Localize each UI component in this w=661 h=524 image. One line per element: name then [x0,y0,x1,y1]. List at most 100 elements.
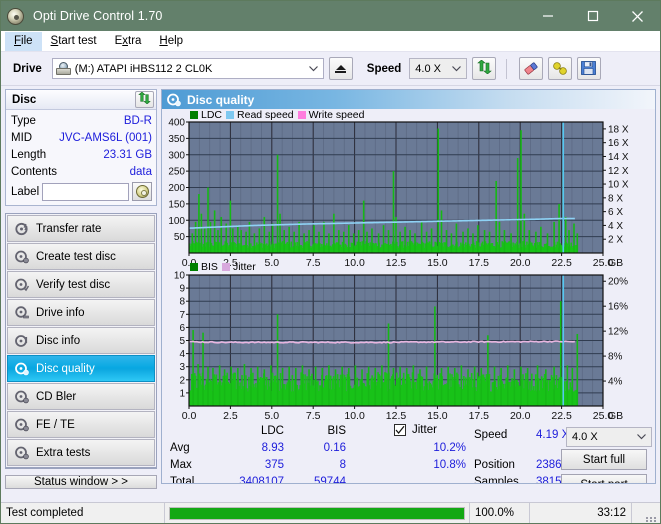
svg-text:150: 150 [168,199,185,210]
stat-header-ldc: LDC [260,425,284,437]
svg-text:4%: 4% [608,377,623,388]
svg-text:6 X: 6 X [608,207,623,218]
minimize-icon[interactable] [525,1,570,31]
elapsed-time: 33:12 [530,502,632,523]
svg-text:12.5: 12.5 [386,410,407,422]
svg-text:2.5: 2.5 [223,410,238,422]
sidebar-item-disc-info[interactable]: Disc info [7,327,155,354]
menu-help[interactable]: Help [150,32,192,51]
svg-text:2: 2 [179,375,185,386]
disc-bler-icon [15,390,29,404]
drive-info-icon [15,305,29,320]
chart-top-legend: LDC Read speed Write speed [190,109,365,121]
drive-icon [55,62,71,75]
sidebar-item-create-test-disc[interactable]: Create test disc [7,243,155,270]
close-icon[interactable] [615,1,660,31]
stats-panel: Avg Max Total LDC 8.93 375 3408107 BIS 0… [162,422,655,483]
save-button[interactable] [577,57,602,80]
left-panel: Disc Type BD-R MID JVC-AMS6L (001) Lengt… [5,89,157,489]
svg-text:8 X: 8 X [608,193,623,204]
sidebar-item-disc-quality[interactable]: Disc quality [7,355,155,382]
start-full-button[interactable]: Start full [561,449,647,470]
legend-swatch-read-speed [226,111,235,119]
page-title: Disc quality [187,92,255,107]
sidebar-filler [5,468,157,469]
svg-text:2 X: 2 X [608,235,623,246]
disc-quality-icon [167,93,181,107]
drive-select[interactable]: (M:) ATAPI iHBS112 2 CL0K [51,58,324,79]
plug-button[interactable] [548,57,573,80]
legend-swatch-ldc [190,111,198,119]
charts-container: LDC Read speed Write speed BIS Jitter 50… [162,109,655,422]
jitter-toggle-row[interactable]: Jitter [394,424,437,436]
stat-label-position: Position [474,459,515,471]
svg-text:18 X: 18 X [608,124,629,135]
eject-button[interactable] [328,57,353,80]
stat-header-bis: BIS [327,425,346,437]
toolbar-separator [506,58,508,79]
status-window-button[interactable]: Status window > > [5,475,157,489]
svg-text:9: 9 [179,284,185,295]
disc-label-key: Label [11,185,40,198]
legend-label-write-speed: Write speed [308,109,365,121]
chevron-down-icon [308,63,318,75]
svg-text:16%: 16% [608,302,628,313]
svg-text:0.0: 0.0 [182,410,197,422]
svg-text:10 X: 10 X [608,180,629,191]
sidebar-item-extra-tests[interactable]: Extra tests [7,439,155,466]
start-part-button[interactable]: Start part [561,474,647,483]
disc-create-icon [15,250,29,264]
sidebar-item-cd-bler[interactable]: CD Bler [7,383,155,410]
stat-jitter-max: 10.8% [433,459,466,471]
sidebar-item-drive-info[interactable]: Drive info [7,299,155,326]
menu-start-test[interactable]: Start test [42,32,106,51]
test-speed-select[interactable]: 4.0 X [566,427,652,447]
sidebar-item-transfer-rate[interactable]: Transfer rate [7,215,155,242]
svg-text:5.0: 5.0 [264,257,279,269]
svg-text:22.5: 22.5 [551,257,572,269]
disc-label-row: Label [11,182,152,201]
jitter-checkbox[interactable] [394,424,406,436]
disc-verify-icon [15,278,30,292]
disc-refresh-button[interactable] [135,91,154,108]
disc-panel-title: Disc [12,93,37,106]
svg-text:4: 4 [179,349,185,360]
svg-text:5: 5 [179,336,185,347]
menu-file[interactable]: File [5,31,42,51]
disc-panel-header: Disc [6,90,156,110]
sidebar-item-label: Verify test disc [36,278,111,291]
disc-label-button[interactable] [132,182,152,201]
sidebar-item-fe-te[interactable]: FE / TE [7,411,155,438]
sidebar-item-label: Create test disc [36,250,116,263]
speed-select-value: 4.0 X [415,62,441,75]
resize-grip-icon[interactable] [632,503,660,524]
drive-toolbar: Drive (M:) ATAPI iHBS112 2 CL0K Speed 4.… [1,52,660,86]
erase-button[interactable] [519,57,544,80]
disc-row-length: Length 23.31 GB [11,147,152,163]
window-controls [525,1,660,31]
application-window: Opti Drive Control 1.70 File Start test … [0,0,661,524]
svg-text:20.0: 20.0 [510,410,531,422]
window-title: Opti Drive Control 1.70 [33,9,163,23]
svg-text:350: 350 [168,134,185,145]
refresh-button[interactable] [472,57,497,80]
svg-text:6: 6 [179,323,185,334]
menu-extra[interactable]: Extra [106,32,151,51]
legend-swatch-jitter [221,263,230,271]
speed-select[interactable]: 4.0 X [409,58,468,79]
svg-text:20%: 20% [608,277,628,288]
sidebar-item-verify-test-disc[interactable]: Verify test disc [7,271,155,298]
svg-text:12.5: 12.5 [386,257,407,269]
disc-label-input[interactable] [42,182,129,201]
stat-label-max: Max [170,459,192,471]
svg-text:3: 3 [179,362,185,373]
refresh-icon [476,59,492,77]
svg-text:GB: GB [608,410,623,422]
main-body: Disc Type BD-R MID JVC-AMS6L (001) Lengt… [1,86,660,489]
status-bar: Test completed 100.0% 33:12 [1,502,660,523]
title-bar: Opti Drive Control 1.70 [1,1,660,31]
status-message: Test completed [1,502,165,523]
svg-text:5.0: 5.0 [264,410,279,422]
sidebar-item-label: CD Bler [36,390,77,403]
maximize-icon[interactable] [570,1,615,31]
